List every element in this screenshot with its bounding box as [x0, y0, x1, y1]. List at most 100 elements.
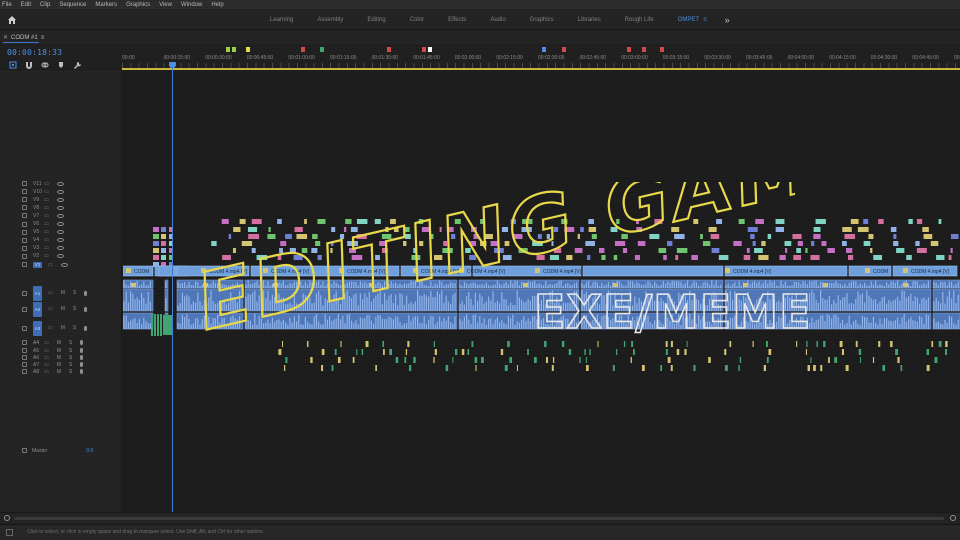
audio-clip[interactable]	[504, 365, 508, 371]
video-clip[interactable]	[480, 219, 486, 224]
workspace-tab-learning[interactable]: Learning	[270, 17, 293, 23]
video-clip[interactable]	[504, 241, 510, 246]
sync-lock-icon[interactable]: ▭	[44, 348, 49, 354]
lock-icon[interactable]	[22, 290, 27, 296]
video-clip[interactable]	[451, 234, 456, 239]
audio-clip[interactable]	[395, 357, 399, 363]
audio-clip[interactable]	[642, 365, 645, 371]
video-clip[interactable]	[870, 248, 873, 253]
audio-clip[interactable]	[579, 357, 581, 363]
sync-lock-icon[interactable]: ▭	[44, 369, 49, 375]
lock-icon[interactable]	[22, 340, 27, 345]
lock-icon[interactable]	[22, 229, 27, 235]
audio-clip[interactable]	[693, 365, 696, 371]
audio-clip[interactable]	[480, 357, 484, 363]
lock-icon[interactable]	[22, 262, 27, 267]
video-clip[interactable]	[813, 227, 821, 232]
video-clip[interactable]	[161, 241, 166, 246]
audio-clip[interactable]	[872, 357, 875, 363]
audio-clip[interactable]	[633, 349, 635, 355]
lock-icon[interactable]	[22, 306, 27, 312]
video-clip[interactable]	[810, 255, 820, 260]
video-clip[interactable]	[241, 241, 253, 246]
solo-button[interactable]: S	[69, 355, 72, 361]
video-clip[interactable]	[863, 219, 869, 224]
fx-badge-icon[interactable]	[203, 283, 208, 287]
sync-lock-icon[interactable]: ▭	[44, 237, 49, 243]
audio-clip[interactable]	[670, 341, 673, 347]
video-clip[interactable]	[454, 219, 461, 224]
fx-badge-icon[interactable]	[725, 268, 730, 273]
sync-lock-icon[interactable]: ▭	[44, 221, 49, 227]
video-clip[interactable]	[561, 219, 568, 224]
audio-clip[interactable]	[337, 357, 341, 363]
audio-clip[interactable]	[858, 349, 862, 355]
audio-clip[interactable]	[389, 349, 393, 355]
video-clip[interactable]	[381, 234, 392, 239]
video-clip[interactable]	[294, 227, 303, 232]
video-clip[interactable]	[796, 248, 801, 253]
mute-button[interactable]: M	[57, 362, 61, 368]
video-clip[interactable]	[251, 248, 256, 253]
solo-button[interactable]: S	[73, 325, 76, 331]
fx-badge-icon[interactable]	[339, 268, 344, 273]
video-clip[interactable]	[532, 241, 543, 246]
audio-clip[interactable]	[823, 341, 826, 347]
audio-clip[interactable]	[375, 365, 377, 371]
fx-badge-icon[interactable]	[903, 268, 908, 273]
audio-clip[interactable]	[855, 341, 858, 347]
video-clip[interactable]	[405, 234, 411, 239]
lock-icon[interactable]	[22, 348, 27, 353]
audio-clip[interactable]	[839, 341, 843, 347]
audio-clip[interactable]	[500, 349, 504, 355]
fx-badge-icon[interactable]	[126, 268, 131, 273]
solo-button[interactable]: S	[69, 362, 72, 368]
video-clip[interactable]	[311, 248, 318, 253]
video-clip[interactable]	[637, 241, 646, 246]
video-clip[interactable]	[938, 219, 942, 224]
audio-clip[interactable]	[561, 341, 565, 347]
audio-clip[interactable]	[413, 357, 416, 363]
video-clip[interactable]	[385, 227, 389, 232]
audio-clip[interactable]	[895, 349, 899, 355]
eye-icon[interactable]	[56, 181, 64, 186]
video-clip[interactable]	[658, 248, 667, 253]
mute-button[interactable]: M	[57, 355, 61, 361]
audio-clip[interactable]	[552, 357, 555, 363]
sync-lock-icon[interactable]: ▭	[48, 306, 53, 312]
video-clip[interactable]	[711, 248, 720, 253]
audio-clip[interactable]	[382, 341, 384, 347]
audio-clip[interactable]	[630, 357, 632, 363]
audio-clip[interactable]	[763, 365, 767, 371]
video-clip[interactable]	[536, 255, 545, 260]
video-clip[interactable]	[279, 248, 283, 253]
audio-clip[interactable]	[383, 349, 385, 355]
lock-icon[interactable]	[22, 245, 27, 251]
video-clip[interactable]	[700, 234, 703, 239]
video-clip[interactable]	[610, 227, 618, 232]
video-clip[interactable]	[251, 219, 262, 224]
audio-clip[interactable]	[160, 314, 162, 336]
video-clip[interactable]	[549, 255, 560, 260]
video-clip[interactable]	[587, 255, 591, 260]
video-clip[interactable]	[247, 227, 258, 232]
video-clip[interactable]	[153, 227, 159, 232]
menu-item-graphics[interactable]: Graphics	[126, 2, 150, 8]
video-clip[interactable]	[577, 234, 580, 239]
audio-clip[interactable]	[361, 349, 364, 355]
video-clip[interactable]	[222, 255, 231, 260]
video-clip[interactable]	[613, 255, 618, 260]
video-clip[interactable]	[663, 255, 667, 260]
video-clip[interactable]	[951, 234, 959, 239]
playhead-timecode[interactable]: 00:00:18:33	[7, 48, 62, 57]
mic-icon[interactable]	[84, 306, 88, 312]
video-clip[interactable]	[841, 241, 847, 246]
sync-lock-icon[interactable]: ▭	[44, 229, 49, 235]
video-clip[interactable]	[439, 227, 442, 232]
video-clip[interactable]	[758, 255, 769, 260]
video-clip[interactable]	[654, 219, 663, 224]
zoom-handle-right[interactable]	[950, 515, 956, 521]
video-clip[interactable]	[588, 227, 597, 232]
audio-clip[interactable]	[154, 314, 156, 336]
audio-clip[interactable]	[365, 341, 369, 347]
